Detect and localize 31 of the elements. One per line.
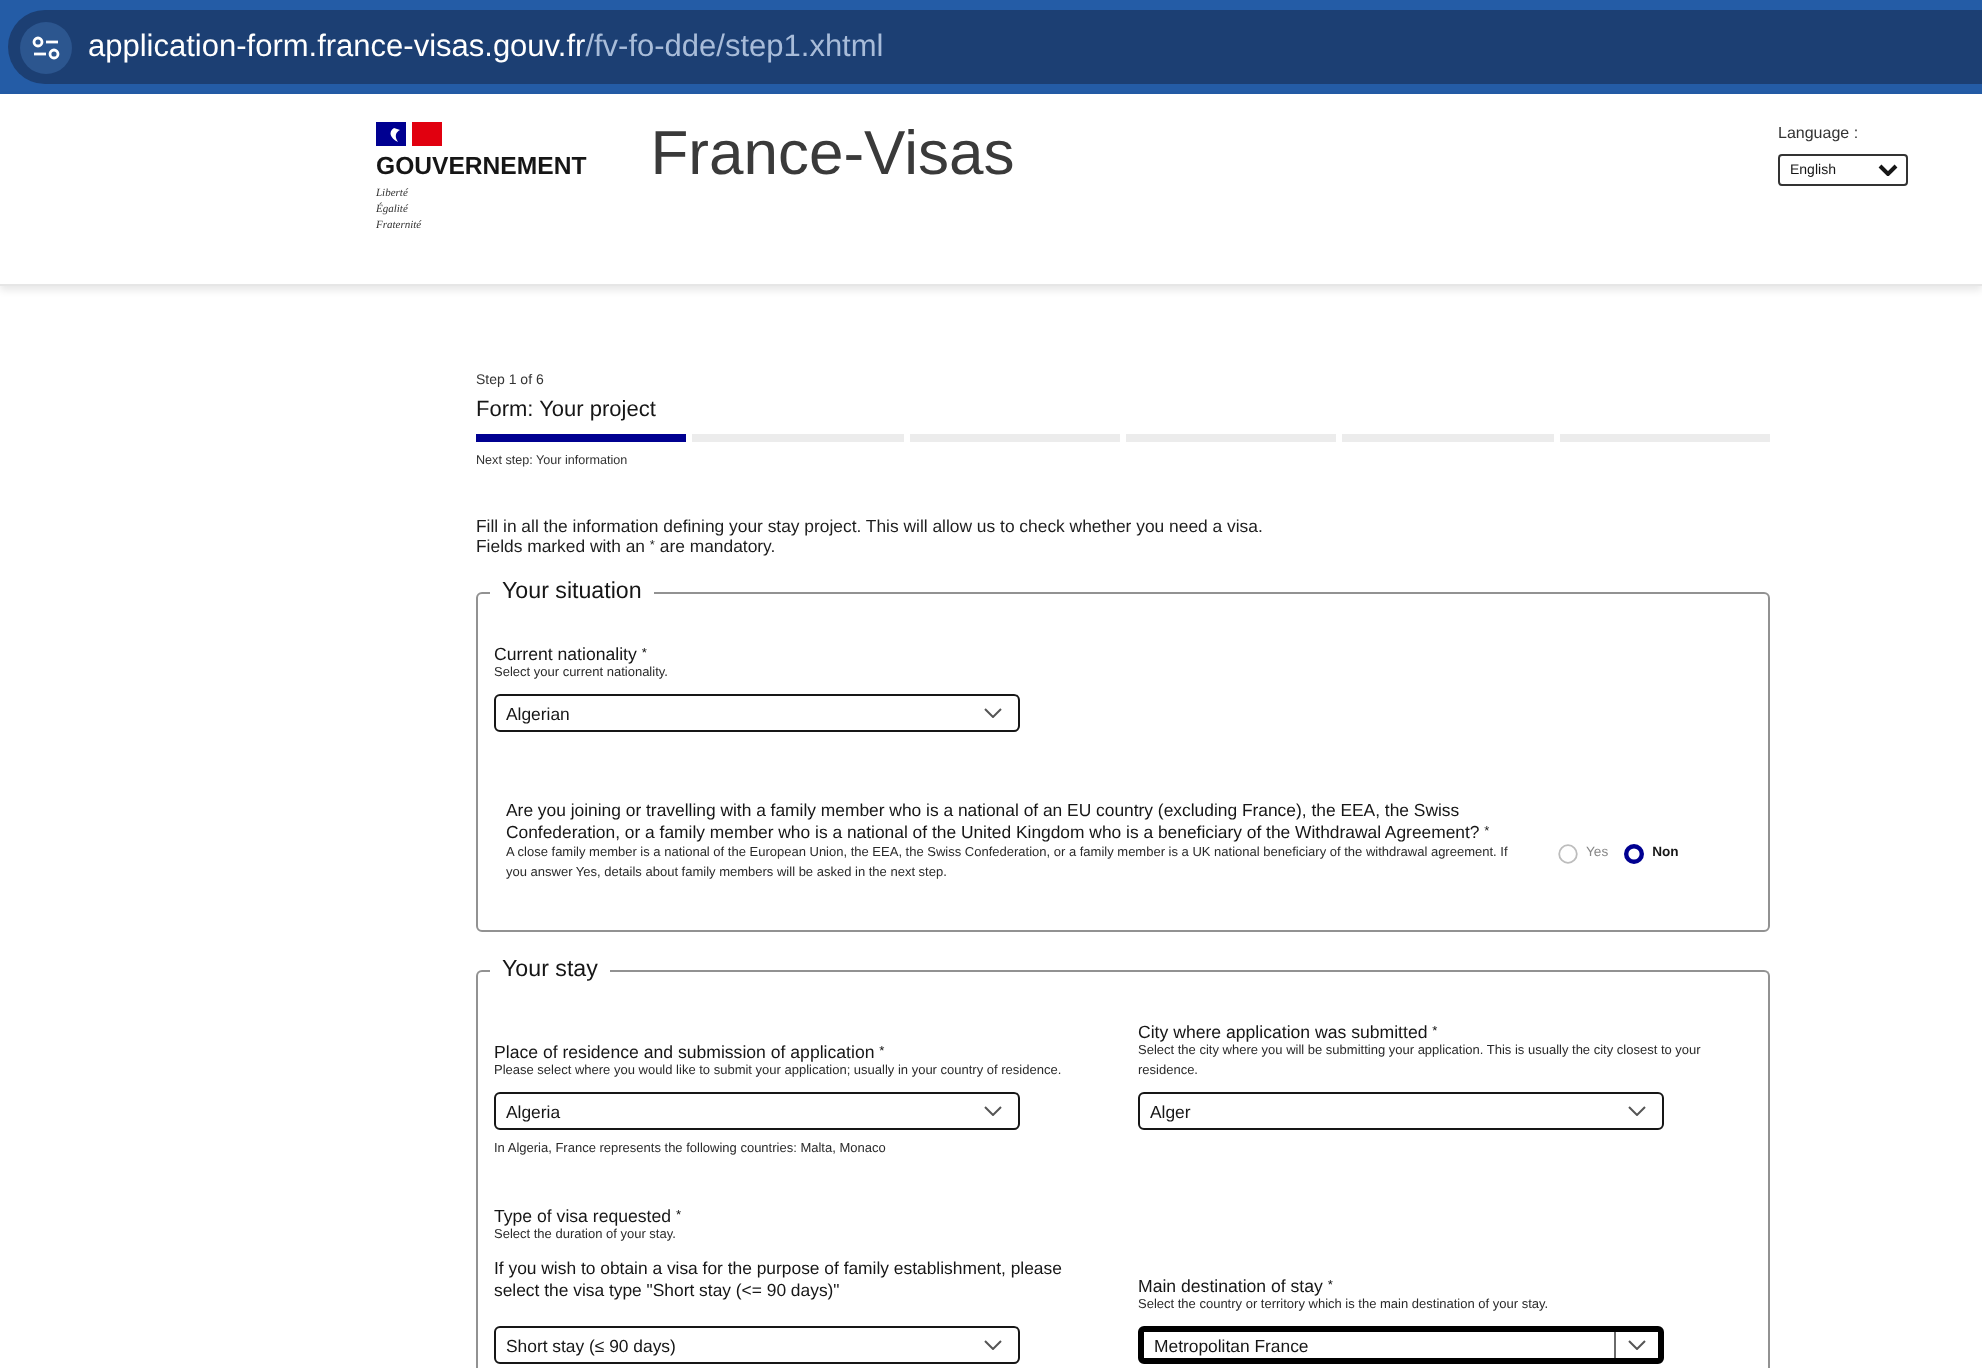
select-field[interactable]: Metropolitan France	[1138, 1326, 1664, 1364]
chevron-down-icon	[984, 1106, 1002, 1116]
select-field[interactable]: Alger	[1138, 1092, 1664, 1130]
address-bar[interactable]: application-form.france-visas.gouv.fr/fv-fo-dde/step1.xhtml	[8, 10, 1982, 84]
step-title: Form: Your project	[476, 396, 658, 424]
site-settings-icon[interactable]	[20, 21, 72, 73]
chevron-down-icon	[984, 1340, 1002, 1350]
intro-text: Fill in all the information defining your stay project. This will allow us to check whether you need a visa.	[476, 516, 1265, 536]
government-wordmark: GOUVERNEMENT	[376, 154, 587, 180]
section-legend: Your stay	[490, 956, 610, 984]
select-field[interactable]: Algerian	[494, 694, 1020, 732]
chevron-down-icon	[984, 708, 1002, 718]
question-label: Are you joining or travelling with a family member who is a national of an EU country (excluding France), the EEA, the Swiss Confederation, or a family member who is a national of the United Kingdom who is a beneficiary of the Withdrawal Agreement? $^{*}$	[506, 800, 1492, 844]
site-title: France-Visas	[650, 120, 1015, 188]
radio-button[interactable]	[1624, 843, 1645, 863]
chevron-down-icon	[1628, 1106, 1646, 1116]
chevron-down-icon	[1878, 164, 1898, 176]
field-label: Type of visa requested $^{*}$	[494, 1206, 682, 1226]
language-label: Language :	[1778, 124, 1859, 144]
field-label: City where application was submitted $^{*}$	[1138, 1022, 1438, 1042]
select-field[interactable]: Short stay (≤ 90 days)	[494, 1326, 1020, 1364]
intro-text: Fields marked with an $^{*}$ are mandatory.	[476, 536, 778, 556]
radio-button[interactable]	[1558, 843, 1578, 863]
select-field[interactable]: Algeria	[494, 1092, 1020, 1130]
chevron-down-icon	[1628, 1340, 1646, 1350]
field-label: Main destination of stay $^{*}$	[1138, 1276, 1333, 1296]
flag-icon	[376, 122, 442, 146]
field-label: Place of residence and submission of application $^{*}$	[494, 1042, 885, 1062]
field-label: Current nationality $^{*}$	[494, 644, 647, 664]
field-info-text: If you wish to obtain a visa for the purpose of family establishment, please select the visa type "Short stay (<= 90 days)"	[494, 1258, 1064, 1302]
section-legend: Your situation	[490, 578, 654, 606]
